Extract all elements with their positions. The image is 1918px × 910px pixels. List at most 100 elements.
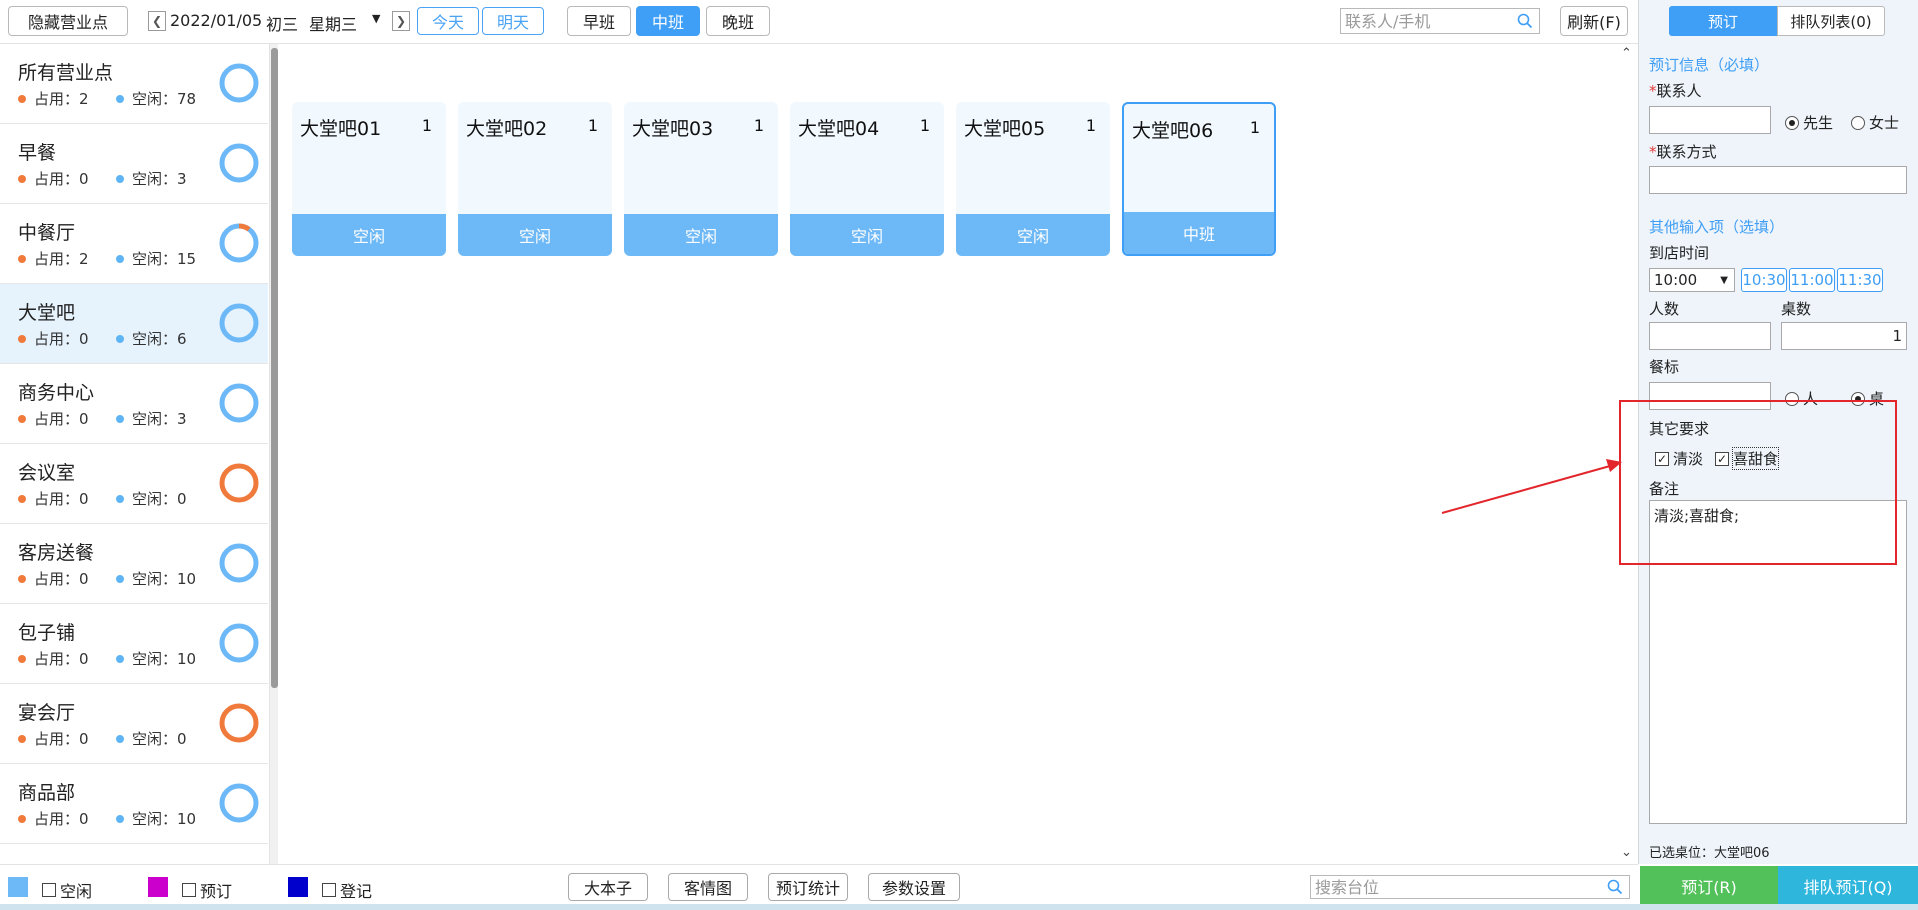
sidebar-item[interactable]: 会议室 占用： 0 空闲： 0 — [0, 444, 268, 524]
legend-register-checkbox[interactable]: 登记 — [322, 878, 372, 902]
search-icon[interactable] — [1517, 13, 1533, 29]
contact-method-input[interactable] — [1649, 166, 1907, 194]
sidebar-item[interactable]: 商务中心 占用： 0 空闲： 3 — [0, 364, 268, 444]
table-card[interactable]: 大堂吧02 1 空闲 — [458, 102, 612, 256]
arrival-time-select[interactable]: 10:00 ▼ — [1649, 268, 1735, 292]
table-seat-count: 1 — [753, 116, 764, 135]
selected-table-text: 已选桌位：大堂吧06 — [1649, 846, 1770, 861]
sidebar-item-name: 客房送餐 — [18, 542, 95, 564]
salutation-ms-radio[interactable]: 女士 — [1851, 112, 1899, 133]
prev-date-button[interactable]: ❮ — [148, 11, 166, 31]
occupied-dot-icon — [18, 174, 26, 183]
search-icon[interactable] — [1607, 879, 1623, 895]
queue-reserve-button[interactable]: 排队预订(Q) — [1778, 866, 1918, 906]
guest-chart-button[interactable]: 客情图 — [668, 873, 748, 901]
occupied-dot-icon — [18, 254, 26, 263]
table-status: 空闲 — [956, 214, 1110, 256]
time-chip-1100[interactable]: 11:00 — [1789, 268, 1835, 292]
table-card[interactable]: 大堂吧06 1 中班 — [1122, 102, 1276, 256]
occupied-dot-icon — [18, 574, 26, 583]
occupancy-ring-icon — [219, 463, 259, 503]
lunar-date: 初三 — [266, 15, 299, 34]
occupied-dot-icon — [18, 654, 26, 663]
sidebar-item[interactable]: 所有营业点 占用： 2 空闲： 78 — [0, 44, 268, 124]
table-search-input[interactable] — [1311, 876, 1629, 898]
sidebar-item[interactable]: 大堂吧 占用： 0 空闲： 6 — [0, 284, 268, 364]
reserve-button[interactable]: 预订(R) — [1640, 866, 1778, 906]
tables-input[interactable]: 1 — [1781, 322, 1907, 350]
table-name: 大堂吧02 — [466, 118, 548, 140]
occupied-stat: 占用： 0 — [18, 568, 89, 589]
settings-button[interactable]: 参数设置 — [868, 873, 960, 901]
contact-method-label: *联系方式 — [1649, 143, 1717, 161]
tab-queue-label: 排队列表(0) — [1790, 12, 1872, 31]
salutation-mr-radio[interactable]: 先生 — [1785, 112, 1833, 133]
outlet-sidebar: 所有营业点 占用： 2 空闲： 78 早餐 占用： 0 空闲： 3 中餐厅 占用… — [0, 44, 270, 864]
date-dropdown-icon[interactable]: ▼ — [372, 12, 380, 25]
free-dot-icon — [116, 734, 124, 743]
required-section-title: 预订信息（必填） — [1649, 56, 1770, 74]
shift-dinner-button[interactable]: 晚班 — [706, 6, 770, 36]
occupancy-ring-icon — [219, 543, 259, 583]
optional-section-title: 其他输入项（选填） — [1649, 218, 1785, 236]
table-seat-count: 1 — [919, 116, 930, 135]
tab-queue-list[interactable]: 排队列表(0) — [1777, 6, 1885, 36]
occupied-stat: 占用： 2 — [18, 248, 89, 269]
free-dot-icon — [116, 94, 124, 103]
sidebar-item[interactable]: 中餐厅 占用： 2 空闲： 15 — [0, 204, 268, 284]
free-dot-icon — [116, 574, 124, 583]
table-card[interactable]: 大堂吧01 1 空闲 — [292, 102, 446, 256]
hide-outlets-button[interactable]: 隐藏营业点 — [8, 6, 128, 36]
scroll-up-icon[interactable]: ⌃ — [1621, 46, 1632, 61]
meal-standard-label: 餐标 — [1649, 358, 1680, 376]
free-stat: 空闲： 78 — [116, 88, 196, 109]
free-stat: 空闲： 6 — [116, 328, 187, 349]
free-stat: 空闲： 10 — [116, 808, 196, 829]
contact-label: *联系人 — [1649, 82, 1702, 100]
free-stat: 空闲： 15 — [116, 248, 196, 269]
sidebar-item[interactable]: 早餐 占用： 0 空闲： 3 — [0, 124, 268, 204]
sidebar-item[interactable]: 客房送餐 占用： 0 空闲： 10 — [0, 524, 268, 604]
time-chip-1030[interactable]: 10:30 — [1741, 268, 1787, 292]
table-name: 大堂吧03 — [632, 118, 714, 140]
legend-register-swatch — [288, 877, 308, 897]
contact-name-input[interactable] — [1649, 106, 1771, 134]
refresh-button[interactable]: 刷新(F) — [1560, 6, 1628, 36]
tomorrow-button[interactable]: 明天 — [482, 7, 544, 35]
sidebar-item[interactable]: 宴会厅 占用： 0 空闲： 0 — [0, 684, 268, 764]
shift-breakfast-button[interactable]: 早班 — [567, 6, 631, 36]
sidebar-item-name: 商品部 — [18, 782, 76, 804]
sidebar-item[interactable]: 商品部 占用： 0 空闲： 10 — [0, 764, 268, 844]
sidebar-item-name: 会议室 — [18, 462, 76, 484]
sidebar-item-name: 商务中心 — [18, 382, 95, 404]
tab-reserve[interactable]: 预订 — [1669, 6, 1777, 36]
occupancy-ring-icon — [219, 623, 259, 663]
next-date-button[interactable]: ❯ — [392, 11, 410, 31]
free-dot-icon — [116, 654, 124, 663]
table-name: 大堂吧04 — [798, 118, 880, 140]
legend-reserve-checkbox[interactable]: 预订 — [182, 878, 232, 902]
contact-search-input[interactable] — [1341, 9, 1539, 33]
time-chip-1130[interactable]: 11:30 — [1837, 268, 1883, 292]
today-button[interactable]: 今天 — [417, 7, 479, 35]
scroll-down-icon[interactable]: ⌄ — [1621, 845, 1632, 860]
free-dot-icon — [116, 494, 124, 503]
table-card[interactable]: 大堂吧03 1 空闲 — [624, 102, 778, 256]
sidebar-scroll-thumb[interactable] — [271, 48, 278, 688]
sidebar-item[interactable]: 包子铺 占用： 0 空闲： 10 — [0, 604, 268, 684]
ledger-button[interactable]: 大本子 — [568, 873, 648, 901]
shift-lunch-button[interactable]: 中班 — [636, 6, 700, 36]
table-card[interactable]: 大堂吧04 1 空闲 — [790, 102, 944, 256]
legend-idle-checkbox[interactable]: 空闲 — [42, 878, 92, 902]
occupancy-ring-icon — [219, 703, 259, 743]
table-card[interactable]: 大堂吧05 1 空闲 — [956, 102, 1110, 256]
free-dot-icon — [116, 414, 124, 423]
people-input[interactable] — [1649, 322, 1771, 350]
table-seat-count: 1 — [421, 116, 432, 135]
table-status: 空闲 — [292, 214, 446, 256]
free-stat: 空闲： 10 — [116, 648, 196, 669]
sidebar-item-name: 包子铺 — [18, 622, 76, 644]
occupied-stat: 占用： 0 — [18, 728, 89, 749]
chevron-right-icon: ❯ — [395, 14, 407, 28]
reservation-stats-button[interactable]: 预订统计 — [768, 873, 848, 901]
